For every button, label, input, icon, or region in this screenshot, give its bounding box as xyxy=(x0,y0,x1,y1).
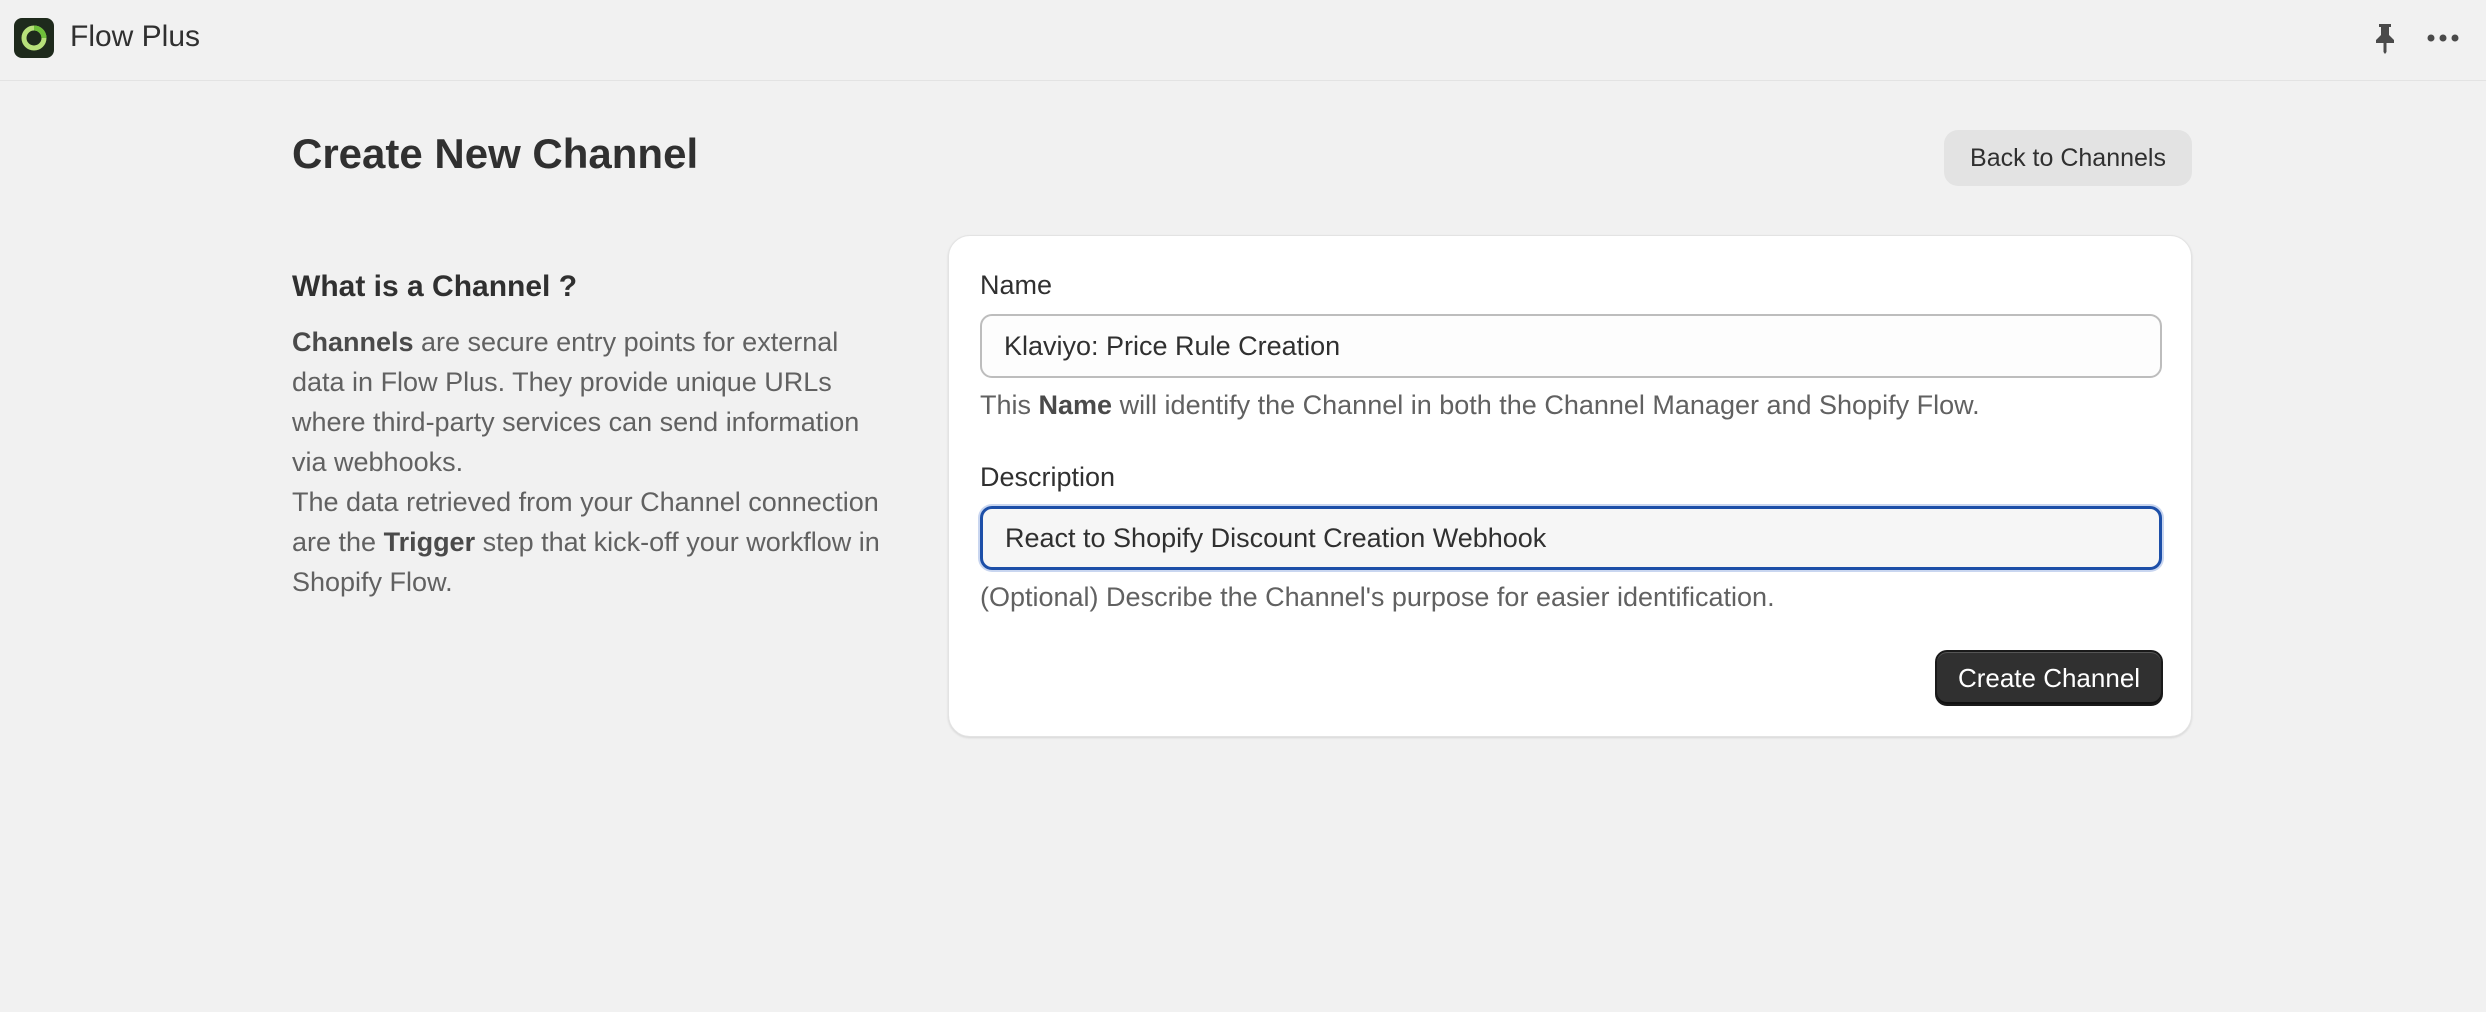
info-bold-trigger: Trigger xyxy=(383,527,476,557)
description-help-text: (Optional) Describe the Channel's purpos… xyxy=(980,582,1775,612)
back-to-channels-button[interactable]: Back to Channels xyxy=(1944,130,2192,186)
name-help-bold: Name xyxy=(1038,390,1113,420)
more-horizontal-icon[interactable] xyxy=(2424,20,2462,56)
top-bar: Flow Plus xyxy=(0,0,2486,81)
create-channel-button[interactable]: Create Channel xyxy=(1935,650,2163,706)
app-title: Flow Plus xyxy=(70,20,201,53)
name-help-end: will identify the Channel in both the Ch… xyxy=(1112,390,1980,420)
create-channel-card: Name This Name will identify the Channel… xyxy=(948,235,2192,737)
description-input[interactable] xyxy=(980,506,2162,570)
name-input[interactable] xyxy=(980,314,2162,378)
description-label: Description xyxy=(980,462,1116,492)
info-bold-channels: Channels xyxy=(292,327,414,357)
name-help-start: This xyxy=(980,390,1039,420)
name-label: Name xyxy=(980,270,1053,300)
name-help-text: This Name will identify the Channel in b… xyxy=(980,390,1980,421)
app-logo-icon xyxy=(14,18,54,58)
info-description: Channels are secure entry points for ext… xyxy=(292,322,882,602)
pin-icon[interactable] xyxy=(2368,20,2402,56)
page-title: Create New Channel xyxy=(292,130,699,177)
info-heading: What is a Channel ? xyxy=(292,270,578,303)
